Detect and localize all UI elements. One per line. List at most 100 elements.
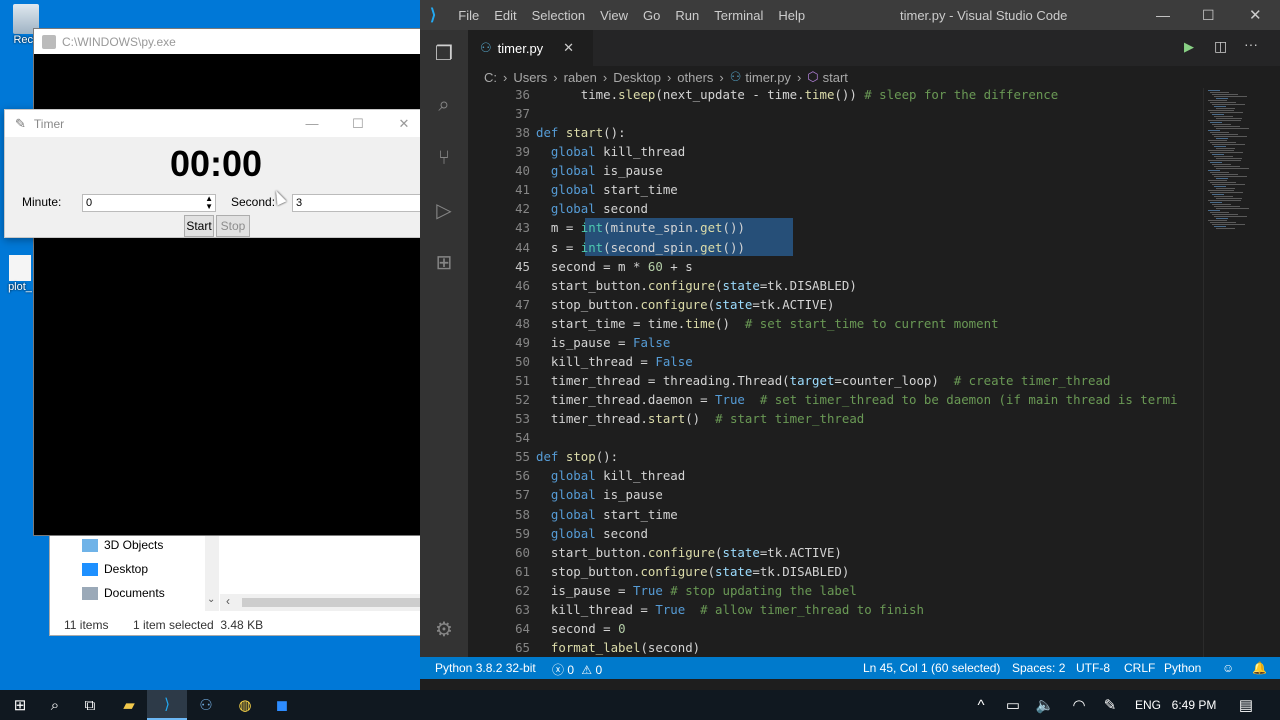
nav-scrollbar[interactable]: ⌄ [205,536,219,611]
start-windows-icon[interactable]: ⊞ [0,690,40,720]
start-button[interactable]: Start [184,215,214,237]
minimize-button[interactable]: — [289,110,335,137]
code-line[interactable]: time.sleep(next_update - time.time()) # … [536,87,1058,102]
menu-run[interactable]: Run [675,8,699,23]
second-spinbox[interactable]: 3 [292,194,424,212]
code-line[interactable]: is_pause = True # stop updating the labe… [536,583,857,598]
indentation[interactable]: Spaces: 2 [1012,661,1065,675]
code-line[interactable]: second = m * 60 + s [536,259,693,274]
code-line[interactable]: start_button.configure(state=tk.DISABLED… [536,278,857,293]
breadcrumb-item[interactable]: C: [484,70,497,85]
code-line[interactable]: start_button.configure(state=tk.ACTIVE) [536,545,842,560]
code-line[interactable]: def start(): [536,125,626,140]
menu-terminal[interactable]: Terminal [714,8,763,23]
breadcrumb-item[interactable]: timer.py [745,70,791,85]
vscode-window[interactable]: ⟩ File Edit Selection View Go Run Termin… [420,0,1280,690]
chevron-down-icon[interactable]: ⌄ [207,594,215,605]
horizontal-scrollbar[interactable]: ‹ [220,594,422,611]
close-tab-icon[interactable]: ✕ [563,40,574,56]
code-line[interactable]: second = 0 [536,621,626,636]
vscode-titlebar[interactable]: ⟩ File Edit Selection View Go Run Termin… [420,0,1280,30]
tab-timer-py[interactable]: ⚇ timer.py ✕ [468,30,593,66]
console-titlebar[interactable]: C:\WINDOWS\py.exe [34,29,422,54]
timer-window[interactable]: ✎ Timer — ☐ ✕ 00:00 Minute: 0 ▲ ▼ Second:… [4,109,424,238]
code-line[interactable]: global is_pause [536,487,663,502]
code-line[interactable]: global start_time [536,507,678,522]
split-editor-icon[interactable]: ◫ [1214,38,1227,55]
python-taskbar-icon[interactable]: ⚇ [186,690,226,720]
settings-gear-icon[interactable]: ⚙ [432,617,456,641]
nav-item-desktop[interactable]: Desktop [82,562,148,576]
code-line[interactable]: is_pause = False [536,335,670,350]
code-line[interactable]: kill_thread = False [536,354,693,369]
feedback-icon[interactable]: ☺ [1222,661,1234,675]
code-editor[interactable]: 36 time.sleep(next_update - time.time())… [468,86,1203,657]
python-interpreter[interactable]: Python 3.8.2 32-bit [435,661,536,675]
code-line[interactable]: stop_button.configure(state=tk.ACTIVE) [536,297,835,312]
code-line[interactable]: global second [536,526,648,541]
minute-spinbox[interactable]: 0 ▲ ▼ [82,194,216,212]
menu-selection[interactable]: Selection [532,8,585,23]
zoom-taskbar-icon[interactable]: ◼ [262,690,302,720]
code-line[interactable]: start_time = time.time() # set start_tim… [536,316,999,331]
menu-edit[interactable]: Edit [494,8,516,23]
console-window[interactable]: C:\WINDOWS\py.exe [33,28,423,536]
clock[interactable]: 6:49 PM [1168,690,1220,720]
breadcrumb-item[interactable]: raben [564,70,597,85]
breadcrumb-item[interactable]: Desktop [613,70,661,85]
pen-icon[interactable]: ✎ [1092,690,1128,720]
code-line[interactable]: global kill_thread [536,468,685,483]
breadcrumb-item[interactable]: Users [513,70,547,85]
breadcrumb-item[interactable]: start [823,70,848,85]
encoding[interactable]: UTF-8 [1076,661,1110,675]
search-icon[interactable]: ⌕ [432,93,456,117]
explorer-files-icon[interactable]: ❐ [432,41,456,65]
nav-item-documents[interactable]: Documents [82,586,165,600]
minimize-button[interactable]: — [1156,7,1170,23]
breadcrumb-item[interactable]: others [677,70,713,85]
code-line[interactable]: stop_button.configure(state=tk.DISABLED) [536,564,849,579]
code-line[interactable]: def stop(): [536,449,618,464]
code-line[interactable]: timer_thread = threading.Thread(target=c… [536,373,1111,388]
code-line[interactable]: m = int(minute_spin.get()) [536,220,745,235]
volume-icon[interactable]: 🔈 [1027,690,1063,720]
code-line[interactable]: global start_time [536,182,678,197]
code-line[interactable]: timer_thread.daemon = True # set timer_t… [536,392,1178,407]
vscode-taskbar-icon[interactable]: ⟩ [147,690,187,720]
code-line[interactable]: kill_thread = True # allow timer_thread … [536,602,924,617]
action-center-icon[interactable]: ▤ [1228,690,1264,720]
line-ending[interactable]: CRLF [1124,661,1155,675]
maximize-button[interactable]: ☐ [335,110,381,137]
scrollbar-thumb[interactable] [242,598,420,607]
language-mode[interactable]: Python [1164,661,1201,675]
code-line[interactable]: timer_thread.start() # start timer_threa… [536,411,864,426]
language-indicator[interactable]: ENG [1126,690,1170,720]
minimap[interactable] [1203,88,1280,657]
code-line[interactable]: global is_pause [536,163,663,178]
nav-item-3d-objects[interactable]: 3D Objects [82,538,163,552]
chevron-left-icon[interactable]: ‹ [226,594,230,608]
more-actions-icon[interactable]: ··· [1244,36,1258,52]
source-control-icon[interactable]: ⑂ [432,146,456,170]
problems-indicator[interactable]: ⓧ 0 ⚠ 0 [552,661,602,678]
notifications-bell-icon[interactable]: 🔔 [1252,661,1267,675]
run-file-icon[interactable]: ▶ [1184,39,1194,55]
spin-arrows-icon[interactable]: ▲ ▼ [205,195,213,211]
menu-go[interactable]: Go [643,8,660,23]
stop-button[interactable]: Stop [216,215,250,237]
show-hidden-icons-icon[interactable]: ^ [963,690,999,720]
battery-icon[interactable]: ▭ [995,690,1031,720]
file-explorer-icon[interactable]: ▰ [109,690,149,720]
code-line[interactable]: s = int(second_spin.get()) [536,240,745,255]
extensions-icon[interactable]: ⊞ [432,250,456,274]
menu-file[interactable]: File [458,8,479,23]
search-icon[interactable]: ⌕ [35,690,75,720]
code-line[interactable]: global kill_thread [536,144,685,159]
close-button[interactable]: ✕ [1249,6,1262,24]
code-line[interactable]: format_label(second) [536,640,700,655]
menu-help[interactable]: Help [778,8,805,23]
menu-view[interactable]: View [600,8,628,23]
cursor-position[interactable]: Ln 45, Col 1 (60 selected) [863,661,1000,675]
run-debug-icon[interactable]: ▷ [432,198,456,222]
python-console-taskbar-icon[interactable]: ◍ [225,690,265,720]
